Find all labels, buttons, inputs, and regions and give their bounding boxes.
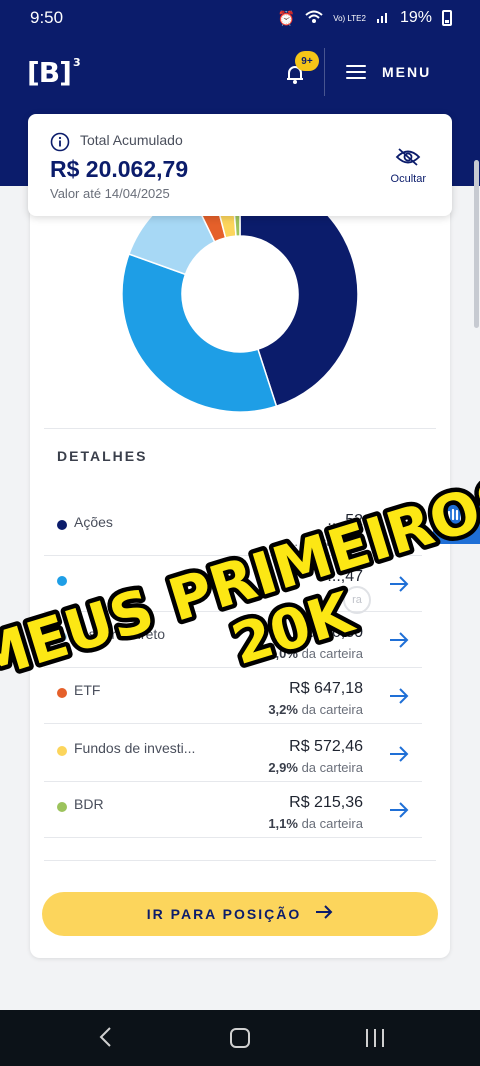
accessibility-button[interactable] <box>433 498 480 544</box>
menu-button[interactable]: MENU <box>346 64 431 80</box>
asset-share-value: 1,1% <box>268 816 298 831</box>
status-bar: 9:50 ⏰ Vo) LTE2 19% <box>0 0 480 36</box>
total-value: R$ 20.062,79 <box>50 156 189 182</box>
asset-name: Ações <box>74 514 113 530</box>
asset-share-value: ...,0% <box>264 646 298 661</box>
asset-share-value: 3,2% <box>268 702 298 717</box>
back-icon[interactable] <box>98 1026 114 1053</box>
hamburger-icon <box>346 65 366 79</box>
arrow-right-icon[interactable] <box>388 518 410 538</box>
asset-amount: ...,52 <box>327 512 363 529</box>
arrow-right-icon[interactable] <box>388 800 410 820</box>
asset-color-dot <box>57 688 67 698</box>
asset-amount: ...,47 <box>327 568 363 585</box>
total-summary-card: Total Acumulado R$ 20.062,79 Valor até 1… <box>28 114 452 216</box>
asset-amount: R$ 647,18 <box>289 680 363 697</box>
asset-color-dot <box>57 632 67 642</box>
asset-color-dot <box>57 802 67 812</box>
asset-color-dot <box>57 520 67 530</box>
header-divider <box>324 48 325 96</box>
asset-share: ... da carteira <box>287 534 363 549</box>
asset-share: 3,2% da carteira <box>268 702 363 717</box>
asset-share: 1,1% da carteira <box>268 816 363 831</box>
asset-share-suffix: da carteira <box>297 816 363 831</box>
asset-share: 2,9% da carteira <box>268 760 363 775</box>
asset-share: ...,0% da carteira <box>265 646 363 661</box>
donut-slice <box>121 253 278 413</box>
asset-row[interactable]: Ações ...,52 ... da carteira <box>44 500 422 556</box>
asset-name: Fundos de investi... <box>74 740 196 756</box>
asset-share-suffix: da carteira <box>297 646 363 661</box>
recent-apps-icon[interactable] <box>364 1027 386 1054</box>
sign-language-icon <box>444 506 470 537</box>
asset-share-value: 2,9% <box>268 760 298 775</box>
asset-name: BDR <box>74 796 104 812</box>
home-icon[interactable] <box>229 1027 251 1054</box>
logo-letter: B <box>38 56 60 89</box>
signal-icon <box>376 10 390 27</box>
arrow-right-icon[interactable] <box>388 744 410 764</box>
asset-share-suffix: ... da carteira <box>287 534 363 549</box>
status-icons: ⏰ Vo) LTE2 19% <box>278 9 452 27</box>
asset-name: ETF <box>74 682 101 698</box>
arrow-right-icon[interactable] <box>388 686 410 706</box>
value-date: Valor até 14/04/2025 <box>50 186 170 201</box>
arrow-right-icon <box>315 904 333 924</box>
hide-label: Ocultar <box>390 173 426 185</box>
arrow-right-icon[interactable] <box>388 630 410 650</box>
scrollbar[interactable] <box>474 160 479 328</box>
logo-sup: 3 <box>72 55 81 69</box>
asset-name: Tesouro Direto <box>74 626 166 642</box>
info-icon[interactable] <box>50 132 70 152</box>
notification-badge: 9+ <box>295 51 319 71</box>
asset-color-dot <box>57 746 67 756</box>
asset-amount: ...606,80 <box>300 624 363 641</box>
bottom-divider <box>44 860 436 861</box>
asset-color-dot <box>57 576 67 586</box>
details-title: DETALHES <box>57 448 148 464</box>
cta-label: IR PARA POSIÇÃO <box>146 906 302 922</box>
wifi-icon <box>305 10 323 27</box>
b3-logo[interactable]: [B] 3 <box>27 55 81 89</box>
total-label: Total Acumulado <box>80 132 183 148</box>
asset-row[interactable]: Tesouro Direto ...606,80 ...,0% da carteir… <box>44 612 422 668</box>
section-divider <box>44 428 436 429</box>
asset-amount: R$ 215,36 <box>289 794 363 811</box>
network-label: Vo) LTE2 <box>333 13 366 23</box>
battery-percent: 19% <box>399 9 432 26</box>
asset-share-suffix: da carteira <box>297 760 363 775</box>
status-time: 9:50 <box>30 8 64 27</box>
asset-amount: R$ 572,46 <box>289 738 363 755</box>
android-nav-bar <box>0 1010 480 1066</box>
asset-row[interactable]: BDR R$ 215,36 1,1% da carteira <box>44 782 422 838</box>
arrow-right-icon[interactable] <box>388 574 410 594</box>
ghost-circle: ra <box>343 586 371 614</box>
battery-icon <box>442 10 452 26</box>
asset-share-suffix: da carteira <box>297 702 363 717</box>
hide-values-button[interactable]: Ocultar <box>391 148 426 185</box>
asset-row[interactable]: Fundos de investi... R$ 572,46 2,9% da car… <box>44 726 422 782</box>
go-to-position-button[interactable]: IR PARA POSIÇÃO <box>42 892 438 936</box>
asset-row[interactable]: ETF R$ 647,18 3,2% da carteira <box>44 668 422 724</box>
eye-off-icon <box>395 148 421 171</box>
alarm-icon: ⏰ <box>277 9 296 26</box>
menu-label: MENU <box>382 64 432 80</box>
